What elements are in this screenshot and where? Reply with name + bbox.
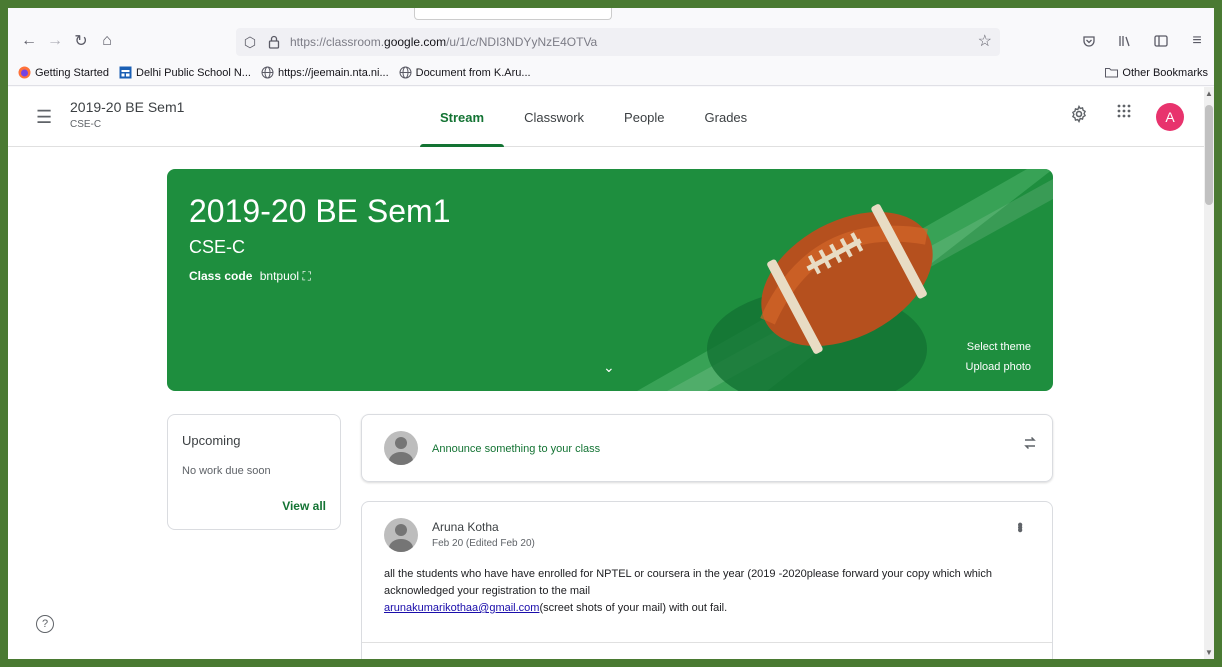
class-code: Class code bntpuol ⛶: [189, 269, 311, 284]
menu-icon[interactable]: ≡: [1184, 28, 1210, 54]
tab-people[interactable]: People: [604, 87, 684, 147]
calendar-icon: [119, 66, 132, 79]
upload-photo-link[interactable]: Upload photo: [966, 361, 1031, 373]
sidebar-icon[interactable]: [1148, 28, 1174, 54]
author-avatar: [384, 518, 418, 552]
toolbar-right: ≡: [1076, 28, 1210, 54]
post-body: all the students who have have enrolled …: [384, 568, 992, 614]
bookmark-document[interactable]: Document from K.Aru...: [399, 66, 531, 79]
bookmark-jeemain[interactable]: https://jeemain.nta.ni...: [261, 66, 389, 79]
fullscreen-icon[interactable]: ⛶: [302, 269, 310, 283]
announce-placeholder[interactable]: Announce something to your class: [432, 443, 600, 455]
upcoming-card: Upcoming No work due soon View all: [167, 414, 341, 530]
other-bookmarks[interactable]: Other Bookmarks: [1105, 66, 1208, 79]
banner-section: CSE-C: [189, 237, 246, 257]
banner-title: 2019-20 BE Sem1: [189, 193, 451, 229]
class-code-label: Class code: [189, 269, 253, 283]
upcoming-empty: No work due soon: [182, 465, 271, 477]
apps-grid-icon[interactable]: [1116, 103, 1132, 124]
tab-classwork[interactable]: Classwork: [504, 87, 604, 147]
globe-icon: [399, 66, 412, 79]
stream-post: Aruna Kotha Feb 20 (Edited Feb 20) ••• a…: [361, 501, 1053, 659]
page-scrollbar[interactable]: ▲ ▼: [1204, 87, 1214, 659]
announce-box[interactable]: Announce something to your class: [361, 414, 1053, 482]
scroll-thumb[interactable]: [1205, 105, 1213, 205]
folder-icon: [1105, 66, 1119, 79]
tab-bar: Stream Classwork People Grades: [420, 87, 767, 147]
bookmark-star-icon[interactable]: ☆: [978, 31, 992, 51]
lock-icon[interactable]: [264, 32, 284, 52]
url-bar[interactable]: ⬡ https://classroom.google.com/u/1/c/NDI…: [236, 28, 1000, 56]
bookmark-getting-started[interactable]: Getting Started: [18, 66, 109, 79]
hamburger-menu-icon[interactable]: ☰: [36, 107, 52, 128]
bookmarks-bar: Getting Started Delhi Public School N...…: [8, 60, 1214, 86]
firefox-icon: [18, 66, 31, 79]
post-date: Feb 20 (Edited Feb 20): [432, 538, 535, 549]
shield-icon[interactable]: ⬡: [240, 32, 260, 52]
scroll-down-icon[interactable]: ▼: [1205, 648, 1213, 657]
tab-strip-notch: [414, 8, 612, 20]
help-icon[interactable]: ?: [36, 615, 54, 633]
account-avatar[interactable]: A: [1156, 103, 1184, 131]
forward-icon[interactable]: →: [42, 28, 68, 54]
chevron-down-icon[interactable]: ⌄: [603, 359, 615, 376]
library-icon[interactable]: [1112, 28, 1138, 54]
bookmark-delhi-public-school[interactable]: Delhi Public School N...: [119, 66, 251, 79]
globe-icon: [261, 66, 274, 79]
upcoming-title: Upcoming: [182, 433, 241, 448]
reload-icon[interactable]: ↻: [68, 28, 94, 54]
tab-grades[interactable]: Grades: [685, 87, 768, 147]
scroll-up-icon[interactable]: ▲: [1205, 89, 1213, 98]
browser-window: ← → ↻ ⌂ ⬡ https://classroom.google.com/u…: [8, 8, 1214, 659]
view-all-link[interactable]: View all: [282, 499, 326, 513]
post-author: Aruna Kotha: [432, 520, 499, 534]
classroom-header: ☰ 2019-20 BE Sem1 CSE-C Stream Classwork…: [8, 87, 1204, 147]
user-avatar: [384, 431, 418, 465]
settings-gear-icon[interactable]: [1070, 104, 1088, 128]
home-icon[interactable]: ⌂: [94, 28, 120, 54]
classroom-page: ☰ 2019-20 BE Sem1 CSE-C Stream Classwork…: [8, 87, 1204, 659]
class-code-value: bntpuol: [259, 269, 300, 283]
class-title[interactable]: 2019-20 BE Sem1: [70, 99, 184, 115]
url-text[interactable]: https://classroom.google.com/u/1/c/NDI3N…: [290, 35, 597, 49]
more-options-icon[interactable]: •••: [1010, 522, 1028, 530]
post-divider: [362, 642, 1052, 643]
pocket-icon[interactable]: [1076, 28, 1102, 54]
class-banner: 2019-20 BE Sem1 CSE-C Class code bntpuol…: [167, 169, 1053, 391]
select-theme-link[interactable]: Select theme: [967, 341, 1031, 353]
repost-icon[interactable]: [1022, 435, 1038, 456]
browser-navbar: ← → ↻ ⌂ ⬡ https://classroom.google.com/u…: [8, 22, 1214, 60]
back-icon[interactable]: ←: [16, 28, 42, 54]
class-section: CSE-C: [70, 119, 102, 130]
tab-stream[interactable]: Stream: [420, 87, 505, 147]
email-link[interactable]: arunakumarikothaa@gmail.com: [384, 602, 539, 614]
